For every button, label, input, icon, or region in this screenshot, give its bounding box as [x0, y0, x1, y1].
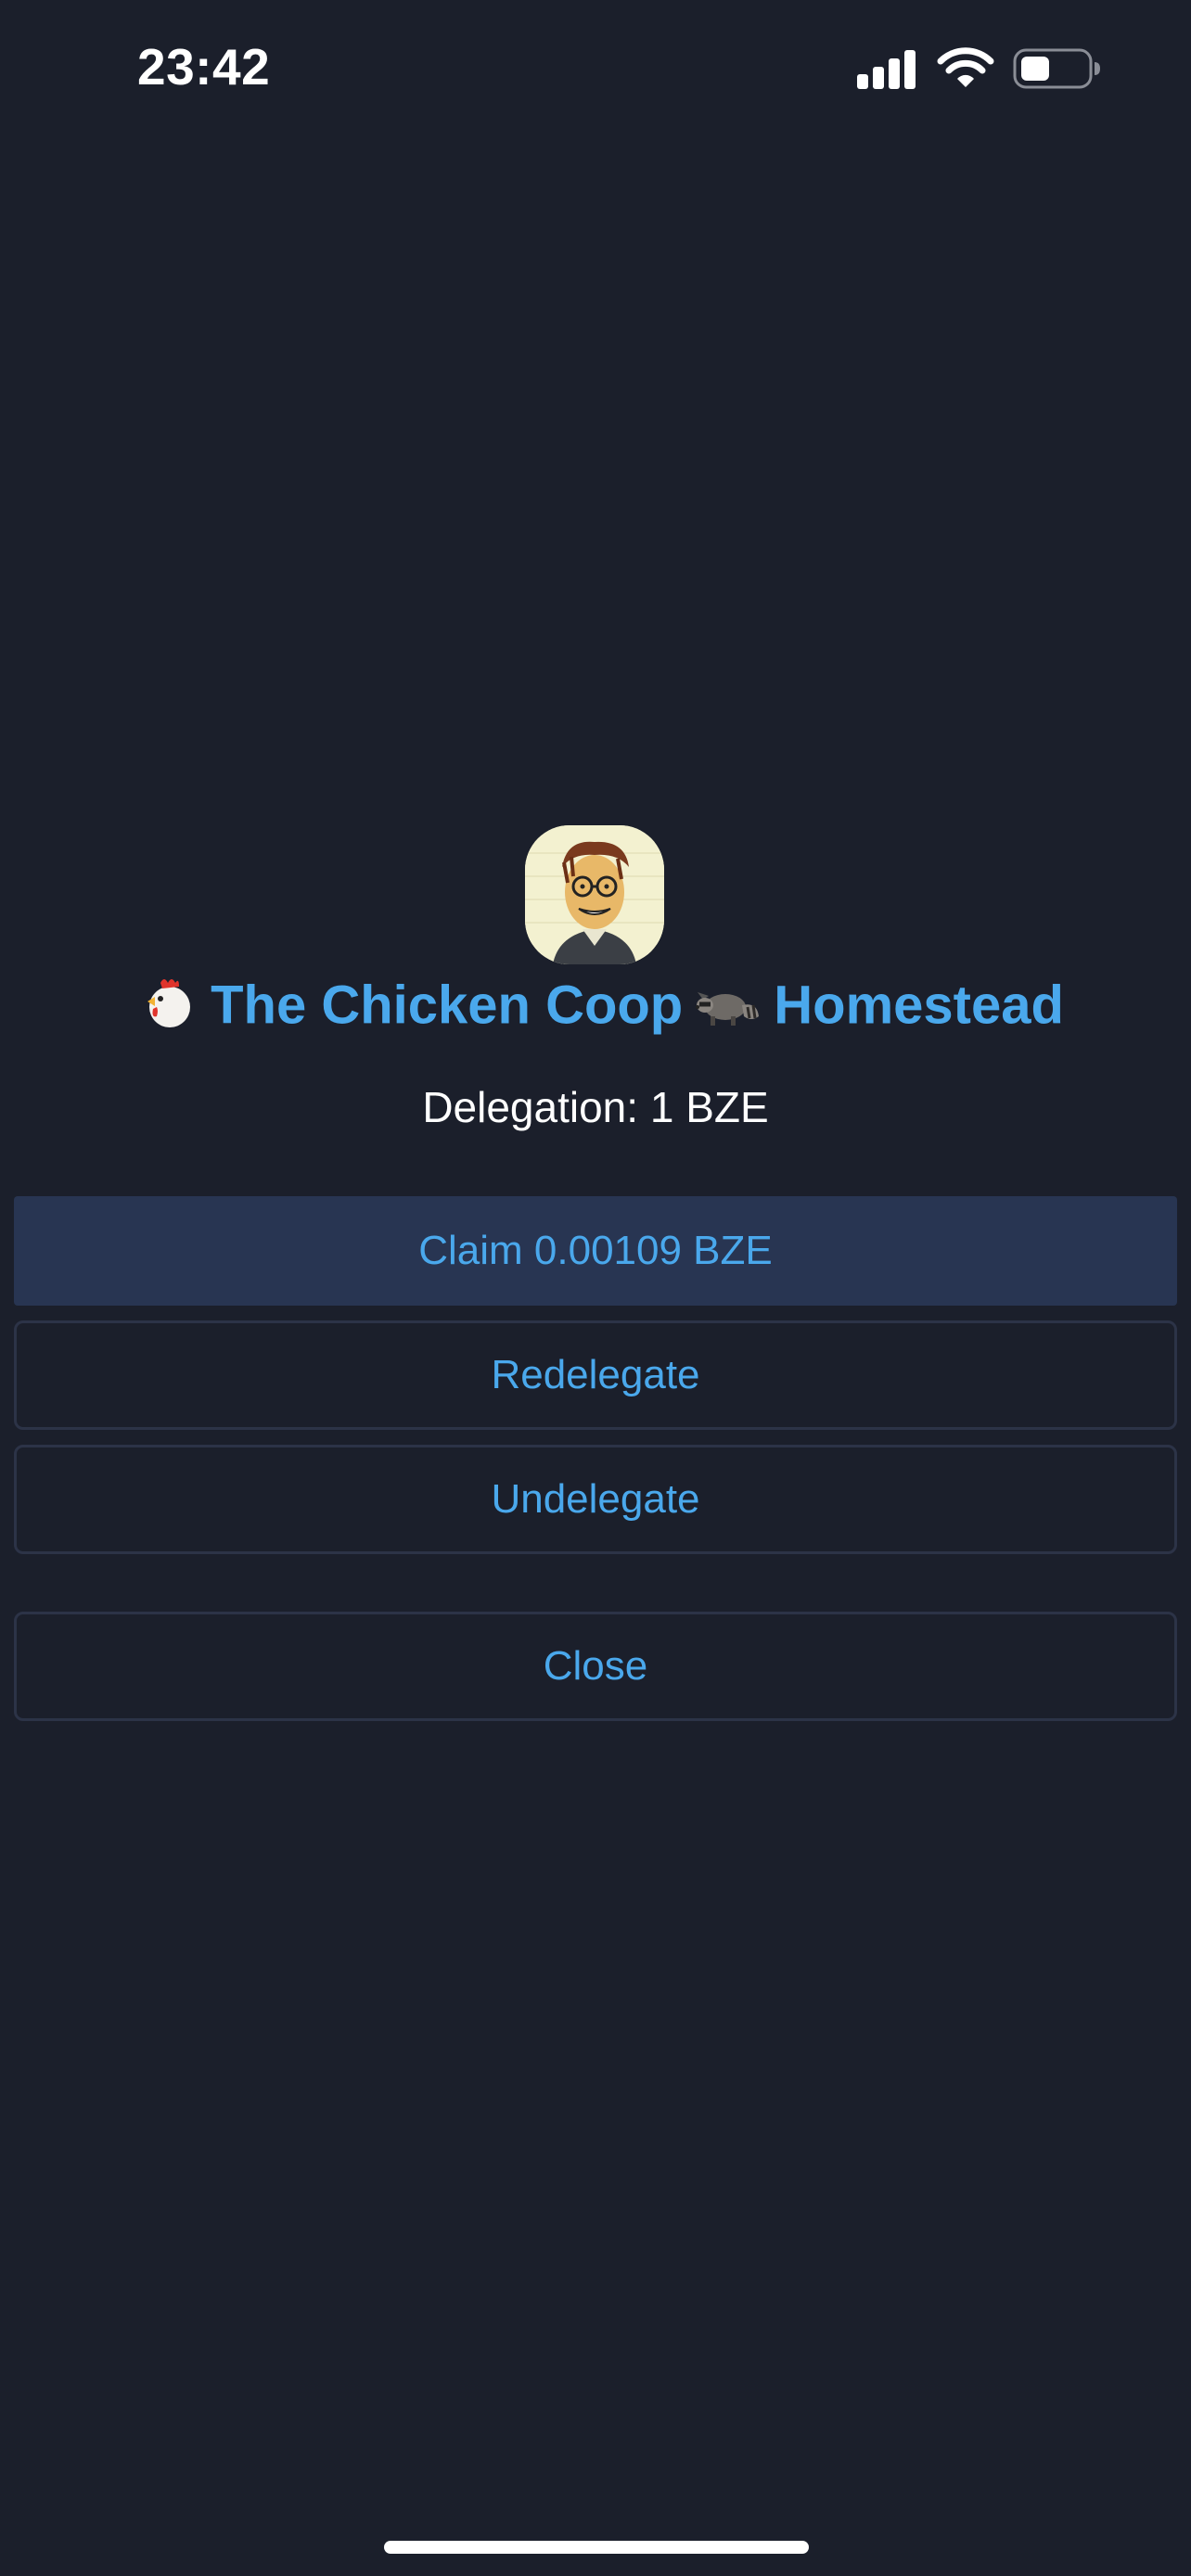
- validator-avatar: [525, 825, 664, 964]
- signal-icon: [857, 50, 916, 89]
- status-time: 23:42: [137, 38, 271, 96]
- home-indicator[interactable]: [384, 2541, 809, 2554]
- validator-name-part1: The Chicken Coop: [211, 975, 684, 1036]
- cartoon-portrait-icon: [525, 825, 664, 964]
- undelegate-button[interactable]: Undelegate: [14, 1445, 1177, 1554]
- raccoon-emoji-icon: [696, 978, 761, 1040]
- delegation-amount: Delegation: 1 BZE: [422, 1083, 769, 1131]
- close-button[interactable]: Close: [14, 1612, 1177, 1721]
- status-bar: 23:42: [0, 0, 1191, 139]
- claim-button[interactable]: Claim 0.00109 BZE: [14, 1196, 1177, 1306]
- chicken-emoji-icon: [140, 974, 198, 1044]
- validator-name: The Chicken Coop Homestead: [0, 974, 1191, 1044]
- wifi-icon: [937, 47, 994, 87]
- redelegate-button[interactable]: Redelegate: [14, 1320, 1177, 1430]
- battery-icon: [1013, 48, 1100, 89]
- validator-name-part2: Homestead: [774, 975, 1064, 1036]
